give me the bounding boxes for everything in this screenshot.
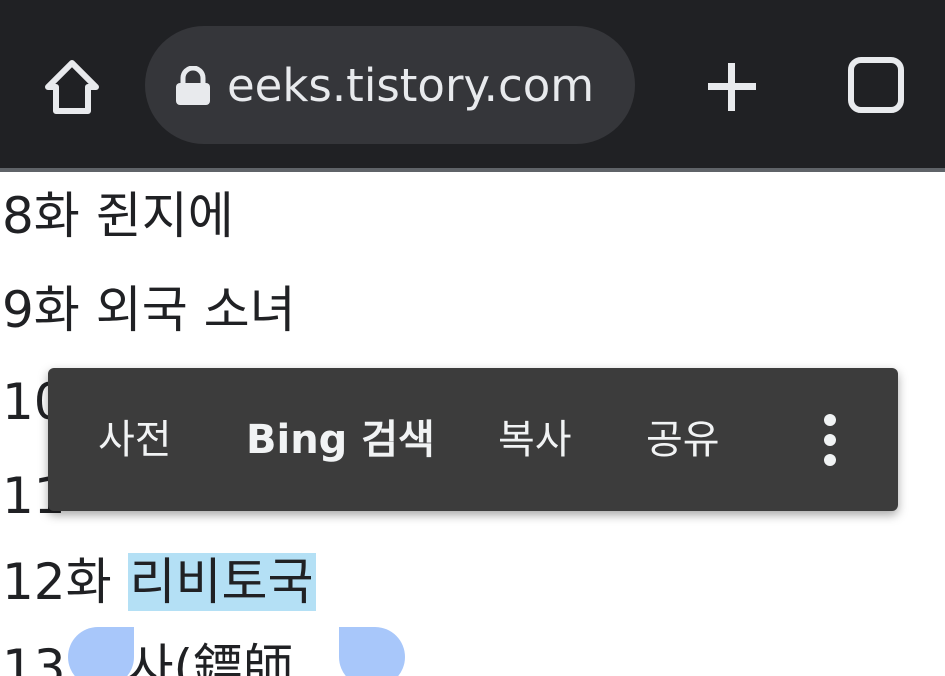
home-button[interactable]: [40, 55, 104, 119]
episode-number: 9화: [2, 281, 80, 339]
url-bar[interactable]: eeks.tistory.com: [145, 26, 635, 144]
url-text: eeks.tistory.com: [227, 59, 595, 112]
dot: [824, 414, 836, 426]
episode-number: 12화: [2, 553, 112, 611]
list-item: 9화 외국 소녀: [2, 276, 296, 344]
episode-number: 13: [2, 639, 66, 676]
list-item: 8화 쥔지에: [2, 182, 234, 250]
selected-text[interactable]: 리비토국: [127, 553, 316, 611]
menu-item-dictionary[interactable]: 사전: [98, 408, 172, 472]
menu-item-bing-search[interactable]: Bing 검색: [246, 408, 435, 472]
lock-icon: [176, 66, 210, 105]
episode-number: 8화: [2, 187, 80, 245]
text-selection-menu: 사전 Bing 검색 복사 공유: [48, 368, 898, 511]
list-item: 12화 리비토국: [2, 548, 316, 616]
list-item: 13 표사(鏢師: [2, 634, 293, 676]
selection-handle-start[interactable]: [68, 627, 134, 676]
menu-item-copy[interactable]: 복사: [498, 408, 572, 472]
tabs-icon: [848, 57, 904, 113]
new-tab-button[interactable]: [700, 55, 764, 119]
dot: [824, 454, 836, 466]
selection-handle-end[interactable]: [339, 627, 405, 676]
episode-title: 쥔지에: [95, 187, 234, 245]
episode-title: 외국 소녀: [95, 281, 296, 339]
tab-switcher-button[interactable]: [843, 52, 909, 118]
browser-toolbar: eeks.tistory.com: [0, 0, 945, 168]
menu-item-share[interactable]: 공유: [646, 408, 720, 472]
more-vert-icon[interactable]: [808, 408, 852, 472]
home-icon: [45, 60, 99, 114]
plus-icon: [708, 63, 756, 111]
dot: [824, 434, 836, 446]
